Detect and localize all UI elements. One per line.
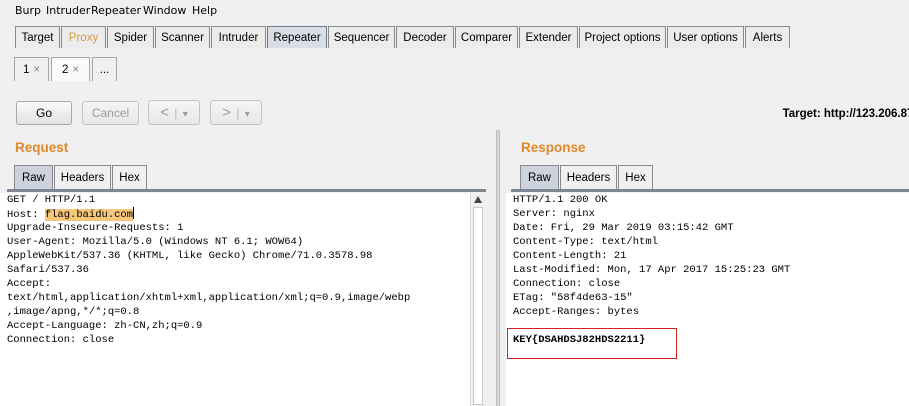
tab-comparer[interactable]: Comparer [455, 26, 518, 48]
target-label[interactable]: Target: http://123.206.87.2 [783, 108, 909, 120]
request-tab-raw[interactable]: Raw [14, 165, 53, 189]
menu-help[interactable]: Help [192, 4, 217, 17]
request-line: Safari/537.36 [7, 264, 89, 276]
response-line: Connection: close [513, 278, 621, 290]
response-tab-headers[interactable]: Headers [560, 165, 617, 189]
response-line: Content-Length: 21 [513, 250, 627, 262]
tab-intruder[interactable]: Intruder [211, 26, 266, 48]
response-line: Server: nginx [513, 208, 595, 220]
menu-window[interactable]: Window [143, 4, 186, 17]
response-line: Accept-Ranges: bytes [513, 306, 640, 318]
request-tab-headers[interactable]: Headers [54, 165, 111, 189]
request-line: Upgrade-Insecure-Requests: 1 [7, 222, 184, 234]
response-line: Last-Modified: Mon, 17 Apr 2017 15:25:23… [513, 264, 791, 276]
menu-intruder[interactable]: Intruder [46, 4, 90, 17]
request-title: Request [15, 140, 69, 155]
response-tab-hex[interactable]: Hex [618, 165, 653, 189]
repeater-toolbar: Go Cancel < | ▾ > | ▾ [0, 85, 909, 130]
chevron-down-icon: ▾ [244, 109, 250, 120]
tab-extender[interactable]: Extender [519, 26, 578, 48]
menu-repeater[interactable]: Repeater [91, 4, 141, 17]
close-icon[interactable]: × [72, 64, 79, 76]
request-tab-hex[interactable]: Hex [112, 165, 147, 189]
host-value: flag.baidu.com [44, 209, 134, 221]
text-cursor [133, 207, 135, 219]
response-tab-raw[interactable]: Raw [520, 165, 559, 189]
tab-repeater[interactable]: Repeater [267, 26, 327, 48]
scroll-thumb[interactable] [473, 207, 483, 405]
request-line: Accept: [7, 278, 52, 290]
request-editor[interactable]: GET / HTTP/1.1 Host: flag.baidu.com Upgr… [0, 193, 470, 406]
repeater-tab-1[interactable]: 1 × [14, 57, 49, 81]
scroll-up-icon[interactable] [474, 196, 482, 203]
host-label: Host: [7, 209, 45, 221]
request-line: AppleWebKit/537.36 (KHTML, like Gecko) C… [7, 250, 373, 262]
menu-burp[interactable]: Burp [15, 4, 41, 17]
repeater-tab-label: 2 [61, 64, 69, 76]
request-line: User-Agent: Mozilla/5.0 (Windows NT 6.1;… [7, 236, 304, 248]
repeater-tab-2[interactable]: 2 × [51, 57, 90, 81]
request-line: text/html,application/xhtml+xml,applicat… [7, 292, 411, 304]
tab-alerts[interactable]: Alerts [745, 26, 790, 48]
back-arrow-icon: < [160, 104, 169, 121]
go-button[interactable]: Go [16, 101, 72, 125]
menu-bar: Burp Intruder Repeater Window Help [0, 0, 909, 22]
request-line-host: Host: flag.baidu.com [7, 207, 135, 222]
request-line: GET / HTTP/1.1 [7, 194, 96, 206]
request-line: Connection: close [7, 334, 115, 346]
request-line: Accept-Language: zh-CN,zh;q=0.9 [7, 320, 203, 332]
forward-button[interactable]: > | ▾ [210, 100, 262, 125]
tool-tab-bar: Target Proxy Spider Scanner Intruder Rep… [0, 22, 909, 74]
tab-project-options[interactable]: Project options [579, 26, 666, 48]
response-line: ETag: "58f4de63-15" [513, 292, 633, 304]
repeater-tab-bar: 1 × 2 × ... [0, 52, 909, 137]
request-tab-underline [7, 189, 486, 192]
request-scrollbar[interactable] [470, 193, 485, 406]
response-body-key: KEY{DSAHDSJ82HDS2211} [513, 334, 646, 346]
tab-proxy[interactable]: Proxy [61, 26, 106, 48]
separator: | [236, 106, 240, 120]
response-tab-underline [511, 189, 909, 192]
tab-spider[interactable]: Spider [107, 26, 154, 48]
tab-decoder[interactable]: Decoder [396, 26, 454, 48]
tab-sequencer[interactable]: Sequencer [328, 26, 395, 48]
new-repeater-tab[interactable]: ... [92, 57, 117, 81]
response-line: HTTP/1.1 200 OK [513, 194, 608, 206]
chevron-down-icon: ▾ [182, 109, 188, 120]
tab-scanner[interactable]: Scanner [155, 26, 210, 48]
response-title: Response [521, 140, 586, 155]
close-icon[interactable]: × [33, 64, 40, 76]
response-viewer[interactable]: HTTP/1.1 200 OK Server: nginx Date: Fri,… [506, 193, 909, 406]
cancel-button[interactable]: Cancel [82, 101, 139, 125]
tab-user-options[interactable]: User options [667, 26, 744, 48]
tab-target[interactable]: Target [15, 26, 60, 48]
back-button[interactable]: < | ▾ [148, 100, 200, 125]
response-line: Content-Type: text/html [513, 236, 658, 248]
request-line: ,image/apng,*/*;q=0.8 [7, 306, 140, 318]
forward-arrow-icon: > [222, 104, 231, 121]
separator: | [174, 106, 178, 120]
response-line: Date: Fri, 29 Mar 2019 03:15:42 GMT [513, 222, 734, 234]
repeater-tab-label: 1 [22, 64, 30, 76]
